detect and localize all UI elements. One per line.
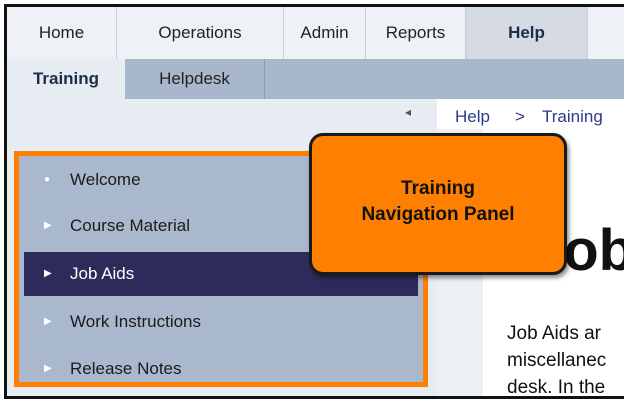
body-text-line-3: desk. In the [507,377,606,398]
tab-admin[interactable]: Admin [284,7,366,59]
breadcrumb-separator: > [515,107,525,126]
callout-title: Training [401,178,475,199]
triangle-bullet-icon: ▶ [44,363,52,374]
tab-operations[interactable]: Operations [117,7,284,59]
nav-item-label: Welcome [70,170,141,189]
body-text-line-2: miscellanec [507,350,607,371]
tab-help[interactable]: Help [466,7,588,59]
collapse-handle-icon[interactable]: ◂ [405,105,411,119]
subtab-helpdesk[interactable]: Helpdesk [125,59,265,99]
tab-reports[interactable]: Reports [366,7,466,59]
sub-nav: Training Helpdesk [7,59,624,99]
app-window: Home Operations Admin Reports Help Train… [4,4,624,399]
breadcrumb-training[interactable]: Training [542,107,603,127]
triangle-bullet-icon: ▶ [44,316,52,327]
triangle-bullet-icon: ▶ [44,220,52,231]
nav-item-label: Job Aids [70,264,135,283]
nav-item-release-notes[interactable]: ▶ Release Notes [24,347,418,391]
subtab-training[interactable]: Training [7,59,125,99]
body-text-line-1: Job Aids ar [507,323,601,344]
nav-item-label: Work Instructions [70,312,202,331]
breadcrumb: Help > Training [437,99,624,130]
tab-home[interactable]: Home [7,7,117,59]
triangle-bullet-icon: ▶ [44,268,52,279]
callout-box: Training Navigation Panel [309,133,567,275]
nav-item-label: Course Material [70,216,190,235]
nav-item-work-instructions[interactable]: ▶ Work Instructions [24,300,418,344]
breadcrumb-help[interactable]: Help [455,107,490,127]
nav-item-label: Release Notes [70,359,182,378]
dot-bullet-icon: ● [44,174,51,185]
top-nav: Home Operations Admin Reports Help [7,7,624,59]
callout-subtitle: Navigation Panel [361,204,515,225]
